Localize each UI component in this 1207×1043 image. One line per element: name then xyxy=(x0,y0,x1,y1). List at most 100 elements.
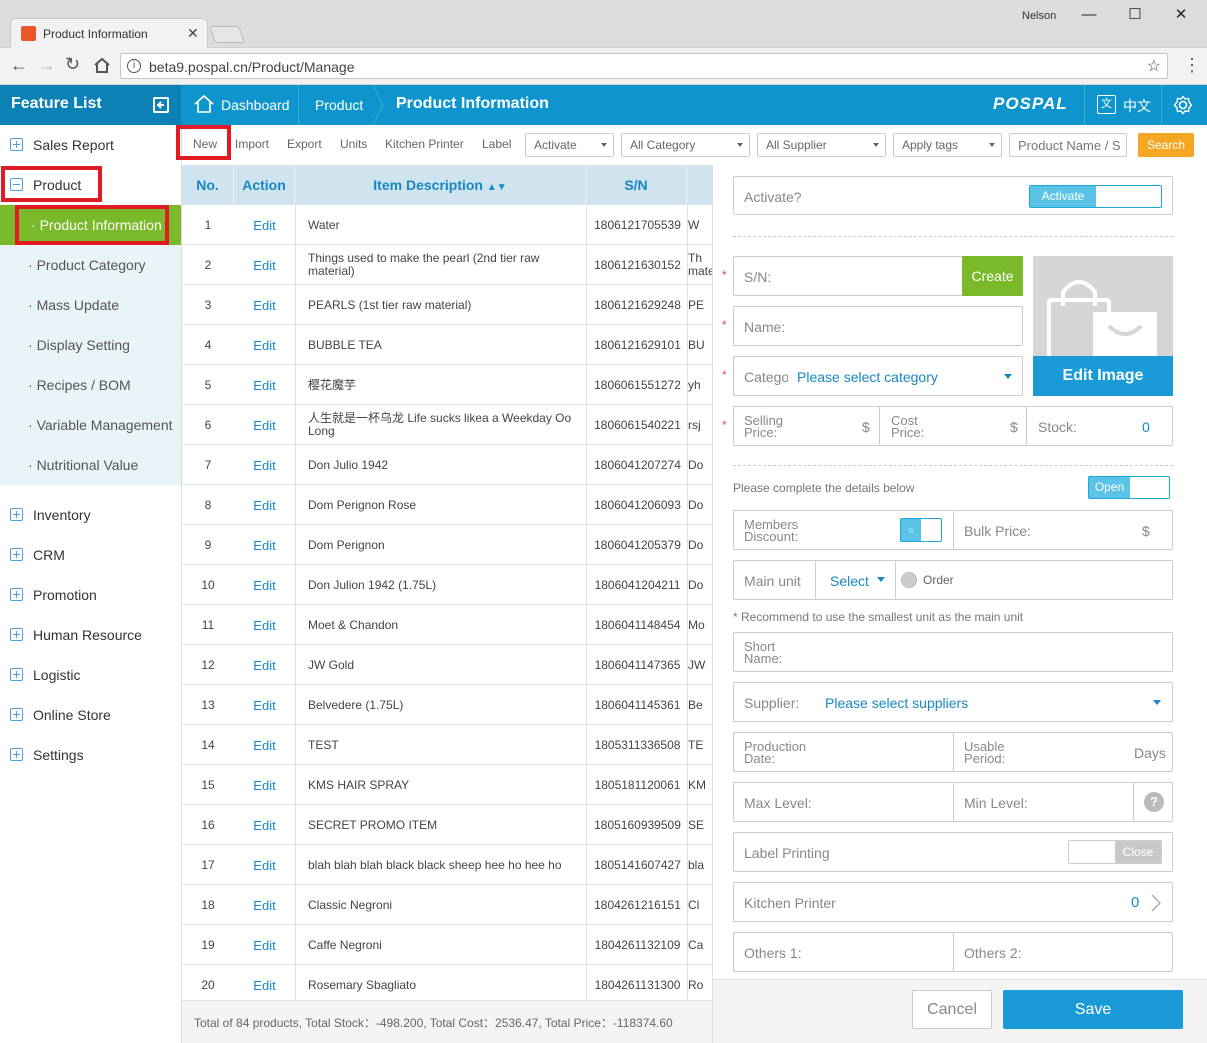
sidebar-item-promotion[interactable]: Promotion xyxy=(0,575,181,615)
settings-gear-icon[interactable] xyxy=(1173,95,1193,115)
maximize-icon[interactable]: ☐ xyxy=(1112,0,1158,30)
edit-link[interactable]: Edit xyxy=(234,605,295,645)
table-row[interactable]: 12 Edit JW Gold 1806041147365 JW xyxy=(182,645,712,685)
activate-filter-select[interactable]: Activate xyxy=(525,133,614,157)
supplier-filter-select[interactable]: All Supplier xyxy=(757,133,886,157)
save-button[interactable]: Save xyxy=(1003,990,1183,1029)
cost-price-input[interactable] xyxy=(879,406,1025,446)
others1-input[interactable] xyxy=(733,932,952,972)
sidebar-item-product-category[interactable]: · Product Category xyxy=(0,245,181,285)
usable-period-input[interactable] xyxy=(953,732,1173,772)
table-row[interactable]: 6 Edit 人生就是一杯乌龙 Life sucks likea a Weekday… xyxy=(182,405,712,445)
sidebar-item-mass-update[interactable]: · Mass Update xyxy=(0,285,181,325)
edit-link[interactable]: Edit xyxy=(234,765,295,805)
edit-link[interactable]: Edit xyxy=(234,965,295,1005)
tab-close-icon[interactable]: ✕ xyxy=(187,25,199,42)
home-icon[interactable] xyxy=(93,57,111,73)
edit-link[interactable]: Edit xyxy=(234,325,295,365)
bookmark-star-icon[interactable]: ☆ xyxy=(1147,56,1161,76)
table-row[interactable]: 16 Edit SECRET PROMO ITEM 1805160939509 SE xyxy=(182,805,712,845)
dashboard-home-icon[interactable] xyxy=(193,94,215,114)
sidebar-item-variable-management[interactable]: · Variable Management xyxy=(0,405,181,445)
new-tab-button[interactable] xyxy=(208,26,246,43)
browser-menu-icon[interactable]: ⋮ xyxy=(1183,55,1201,76)
table-row[interactable]: 9 Edit Dom Perignon 1806041205379 Do xyxy=(182,525,712,565)
profile-name[interactable]: Nelson xyxy=(1022,10,1056,22)
sidebar-item-display-setting[interactable]: · Display Setting xyxy=(0,325,181,365)
sidebar-item-online-store[interactable]: Online Store xyxy=(0,695,181,735)
table-row[interactable]: 20 Edit Rosemary Sbagliato 1804261131300 Ro xyxy=(182,965,712,1005)
order-radio[interactable] xyxy=(901,572,917,588)
create-sn-button[interactable]: Create xyxy=(962,256,1023,296)
details-open-toggle[interactable]: Open xyxy=(1088,476,1170,499)
edit-link[interactable]: Edit xyxy=(234,285,295,325)
edit-link[interactable]: Edit xyxy=(234,645,295,685)
selling-price-input[interactable] xyxy=(733,406,878,446)
edit-link[interactable]: Edit xyxy=(234,205,295,245)
th-description[interactable]: Item Description ▲▼ xyxy=(295,165,586,205)
stock-value[interactable]: 0 xyxy=(1142,419,1150,435)
label-button[interactable]: Label xyxy=(482,137,511,151)
browser-tab[interactable]: Product Information ✕ xyxy=(10,18,208,48)
table-row[interactable]: 1 Edit Water 1806121705539 W xyxy=(182,205,712,245)
kitchen-printer-button[interactable]: Kitchen Printer xyxy=(385,137,464,151)
edit-link[interactable]: Edit xyxy=(234,725,295,765)
edit-image-button[interactable]: Edit Image xyxy=(1033,356,1173,396)
short-name-field[interactable]: Short Name: xyxy=(733,632,1173,672)
table-row[interactable]: 5 Edit 樱花魔芋 1806061551272 yh xyxy=(182,365,712,405)
table-row[interactable]: 8 Edit Dom Perignon Rose 1806041206093 Do xyxy=(182,485,712,525)
sn-field[interactable]: S/N: Create xyxy=(733,256,1023,296)
table-row[interactable]: 19 Edit Caffe Negroni 1804261132109 Ca xyxy=(182,925,712,965)
max-level-input[interactable] xyxy=(733,782,952,822)
edit-link[interactable]: Edit xyxy=(234,245,295,285)
edit-link[interactable]: Edit xyxy=(234,445,295,485)
unit-select[interactable]: Select xyxy=(830,573,869,589)
import-button[interactable]: Import xyxy=(235,137,269,151)
others2-input[interactable] xyxy=(953,932,1173,972)
table-row[interactable]: 3 Edit PEARLS (1st tier raw material) 18061… xyxy=(182,285,712,325)
table-row[interactable]: 11 Edit Moet & Chandon 1806041148454 Mo xyxy=(182,605,712,645)
search-button[interactable]: Search xyxy=(1138,133,1194,157)
tags-filter-select[interactable]: Apply tags xyxy=(893,133,1002,157)
edit-link[interactable]: Edit xyxy=(234,485,295,525)
sidebar-item-crm[interactable]: CRM xyxy=(0,535,181,575)
table-row[interactable]: 7 Edit Don Julio 1942 1806041207274 Do xyxy=(182,445,712,485)
breadcrumb-product[interactable]: Product xyxy=(315,97,363,113)
units-button[interactable]: Units xyxy=(340,137,367,151)
table-row[interactable]: 4 Edit BUBBLE TEA 1806121629101 BU xyxy=(182,325,712,365)
members-discount-toggle[interactable]: ○ xyxy=(900,518,942,542)
table-row[interactable]: 18 Edit Classic Negroni 1804261216151 Cl xyxy=(182,885,712,925)
edit-link[interactable]: Edit xyxy=(234,805,295,845)
breadcrumb-dashboard[interactable]: Dashboard xyxy=(221,97,290,113)
help-icon[interactable]: ? xyxy=(1144,792,1164,812)
table-row[interactable]: 2 Edit Things used to make the pearl (2nd … xyxy=(182,245,712,285)
kitchen-printer-row[interactable]: Kitchen Printer 0 xyxy=(733,882,1173,922)
close-window-icon[interactable]: ✕ xyxy=(1158,0,1204,30)
edit-link[interactable]: Edit xyxy=(234,845,295,885)
edit-link[interactable]: Edit xyxy=(234,885,295,925)
table-row[interactable]: 15 Edit KMS HAIR SPRAY 1805181120061 KM xyxy=(182,765,712,805)
collapse-sidebar-icon[interactable] xyxy=(153,97,169,113)
sidebar-item-human-resource[interactable]: Human Resource xyxy=(0,615,181,655)
production-date-input[interactable] xyxy=(733,732,952,772)
export-button[interactable]: Export xyxy=(287,137,322,151)
edit-link[interactable]: Edit xyxy=(234,925,295,965)
activate-toggle[interactable]: Activate xyxy=(1029,185,1162,208)
sidebar-item-nutritional-value[interactable]: · Nutritional Value xyxy=(0,445,181,485)
sidebar-item-logistic[interactable]: Logistic xyxy=(0,655,181,695)
min-level-input[interactable] xyxy=(953,782,1133,822)
sidebar-item-inventory[interactable]: Inventory xyxy=(0,495,181,535)
language-label[interactable]: 中文 xyxy=(1123,96,1151,116)
edit-link[interactable]: Edit xyxy=(234,565,295,605)
category-filter-select[interactable]: All Category xyxy=(621,133,750,157)
info-icon[interactable]: i xyxy=(127,59,141,73)
category-select[interactable]: Catego Please select category xyxy=(733,356,1023,396)
sidebar-item-sales-report[interactable]: Sales Report xyxy=(0,125,181,165)
product-image[interactable]: Edit Image xyxy=(1033,256,1173,396)
table-row[interactable]: 14 Edit TEST 1805311336508 TE xyxy=(182,725,712,765)
edit-link[interactable]: Edit xyxy=(234,365,295,405)
table-row[interactable]: 10 Edit Don Julion 1942 (1.75L) 18060412042… xyxy=(182,565,712,605)
edit-link[interactable]: Edit xyxy=(234,525,295,565)
sidebar-item-recipes-bom[interactable]: · Recipes / BOM xyxy=(0,365,181,405)
edit-link[interactable]: Edit xyxy=(234,685,295,725)
